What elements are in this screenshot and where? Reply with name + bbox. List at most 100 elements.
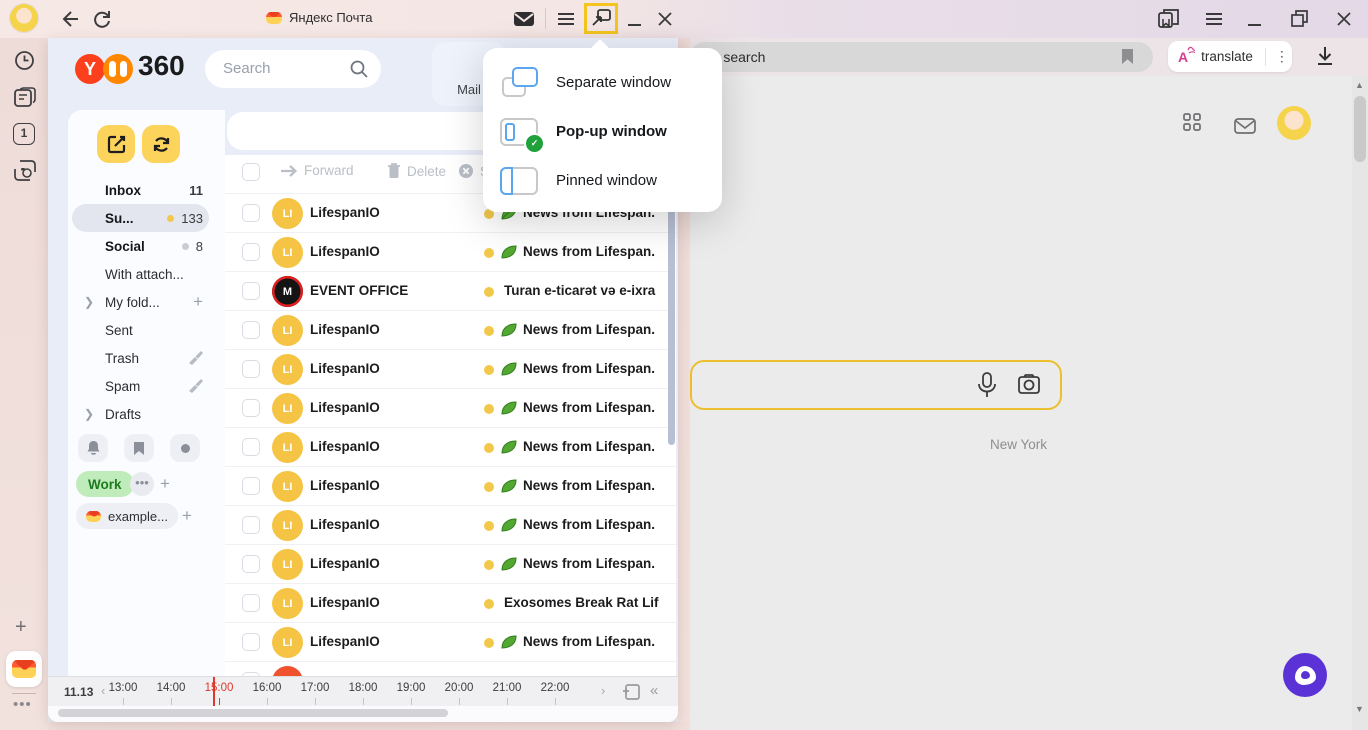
row-checkbox[interactable] <box>242 282 260 300</box>
notifications-pill[interactable] <box>78 434 108 462</box>
folder-with-attachments[interactable]: With attach... <box>72 260 209 288</box>
account-pill[interactable]: example... <box>76 503 178 529</box>
message-row[interactable]: LI LifespanIO News from Lifespan. <box>225 349 676 389</box>
row-checkbox[interactable] <box>242 516 260 534</box>
labels-more-button[interactable]: ••• <box>130 472 154 496</box>
rail-more-icon[interactable]: ••• <box>13 696 32 713</box>
screenshot-icon[interactable] <box>14 160 36 181</box>
status-pill[interactable] <box>170 434 200 462</box>
message-row[interactable]: LI LifespanIO News from Lifespan. <box>225 505 676 545</box>
row-checkbox[interactable] <box>242 438 260 456</box>
clear-folder-icon[interactable] <box>188 351 203 365</box>
scroll-down-icon[interactable]: ▼ <box>1355 704 1364 714</box>
popup-minimize-icon[interactable] <box>628 24 641 26</box>
window-mode-button[interactable] <box>584 3 618 34</box>
delete-button[interactable]: Delete <box>387 163 446 179</box>
menu-hamburger-icon[interactable] <box>557 12 575 26</box>
row-checkbox[interactable] <box>242 633 260 651</box>
refresh-button[interactable] <box>142 125 180 163</box>
bookmark-flag-icon[interactable] <box>1121 48 1134 65</box>
translate-more-icon[interactable]: ⋮ <box>1275 48 1289 65</box>
tab-counter[interactable]: 1 <box>13 123 35 145</box>
mail-search-input[interactable]: Search <box>205 50 381 88</box>
row-checkbox[interactable] <box>242 243 260 261</box>
message-row[interactable]: LI LifespanIO News from Lifespan. <box>225 388 676 428</box>
row-checkbox[interactable] <box>242 360 260 378</box>
add-label-icon[interactable]: + <box>160 474 170 494</box>
search-icon[interactable] <box>350 60 368 78</box>
page-user-avatar[interactable] <box>1277 106 1311 140</box>
message-row[interactable]: LI LifespanIO News from Lifespan. <box>225 427 676 467</box>
address-bar[interactable]: net search <box>690 42 1153 72</box>
folder-subscriptions[interactable]: Su... 133 <box>72 204 209 232</box>
envelope-icon[interactable] <box>513 11 535 27</box>
calendar-add-icon[interactable] <box>622 683 640 700</box>
row-checkbox[interactable] <box>242 477 260 495</box>
chevron-right-icon[interactable]: ❯ <box>84 295 94 309</box>
translate-button[interactable]: A translate ⋮ <box>1168 41 1292 72</box>
add-account-icon[interactable]: + <box>182 506 192 526</box>
message-row[interactable]: LI LifespanIO Exosomes Break Rat Lif <box>225 583 676 623</box>
message-row[interactable]: LI LifespanIO News from Lifespan. <box>225 622 676 662</box>
folder-sent[interactable]: Sent <box>72 316 209 344</box>
user-avatar[interactable] <box>10 4 38 32</box>
folder-trash[interactable]: Trash <box>72 344 209 372</box>
image-search-icon[interactable] <box>1017 373 1041 397</box>
location-label[interactable]: New York <box>990 437 1047 452</box>
message-row[interactable]: LI LifespanIO News from Lifespan. <box>225 544 676 584</box>
popup-close-icon[interactable] <box>657 11 673 27</box>
reload-icon[interactable] <box>92 9 112 29</box>
browser-menu-icon[interactable] <box>1205 12 1223 26</box>
day-timeline[interactable]: 11.13 ‹ 13:00 14:00 15:00 16:00 17:00 18… <box>48 676 678 707</box>
timeline-next-icon[interactable]: › <box>601 683 605 698</box>
browser-minimize-icon[interactable] <box>1248 24 1261 26</box>
page-scroll-thumb[interactable] <box>1354 96 1366 162</box>
page-scrollbar[interactable]: ▲ ▼ <box>1352 76 1368 730</box>
folder-drafts[interactable]: ❯ Drafts <box>72 400 209 428</box>
services-grid-icon[interactable] <box>1183 113 1201 131</box>
alice-button[interactable] <box>1283 653 1327 697</box>
compose-button[interactable] <box>97 125 135 163</box>
row-checkbox[interactable] <box>242 399 260 417</box>
message-row[interactable]: LI LifespanIO News from Lifespan. <box>225 310 676 350</box>
message-row[interactable]: LI LifespanIO News from Lifespan. <box>225 232 676 272</box>
folder-social[interactable]: Social 8 <box>72 232 209 260</box>
row-checkbox[interactable] <box>242 204 260 222</box>
history-icon[interactable] <box>14 50 35 71</box>
add-folder-icon[interactable]: + <box>193 292 203 312</box>
folder-inbox[interactable]: Inbox 11 <box>72 176 209 204</box>
folder-my-folders[interactable]: ❯ My fold... + <box>72 288 209 316</box>
bookmarks-panel-icon[interactable] <box>1158 9 1179 29</box>
bookmarks-pill[interactable] <box>124 434 154 462</box>
select-all-checkbox[interactable] <box>242 163 260 181</box>
message-row[interactable]: M EVENT OFFICE Turan e-ticarət və e-ixra <box>225 271 676 311</box>
forward-button[interactable]: Forward <box>280 163 354 178</box>
horizontal-scroll-thumb[interactable] <box>58 709 448 717</box>
mail-app-button[interactable] <box>6 651 42 687</box>
browser-close-icon[interactable] <box>1336 11 1352 27</box>
row-checkbox[interactable] <box>242 594 260 612</box>
horizontal-scroll-area[interactable] <box>48 706 678 722</box>
chevron-right-icon[interactable]: ❯ <box>84 407 94 421</box>
message-row[interactable]: LI LifespanIO News from Lifespan. <box>225 466 676 506</box>
voice-search-icon[interactable] <box>977 372 997 399</box>
menu-item-popup-window[interactable]: ✓ Pop-up window <box>483 107 722 156</box>
label-work[interactable]: Work <box>76 471 134 497</box>
collapse-timeline-icon[interactable]: « <box>650 682 658 699</box>
browser-restore-icon[interactable] <box>1291 10 1308 27</box>
add-panel-icon[interactable]: + <box>15 616 27 639</box>
feed-icon[interactable] <box>14 87 36 108</box>
page-mail-icon[interactable] <box>1234 118 1256 134</box>
yandex-search-bar[interactable] <box>690 360 1062 410</box>
row-checkbox[interactable] <box>242 555 260 573</box>
folder-spam[interactable]: Spam <box>72 372 209 400</box>
message-row[interactable] <box>225 661 676 676</box>
scroll-up-icon[interactable]: ▲ <box>1355 80 1364 90</box>
menu-item-pinned-window[interactable]: Pinned window <box>483 156 722 205</box>
row-checkbox[interactable] <box>242 321 260 339</box>
clear-folder-icon[interactable] <box>188 379 203 393</box>
yandex-logo-icon[interactable]: Y <box>75 54 105 84</box>
back-icon[interactable] <box>60 10 79 28</box>
download-icon[interactable] <box>1315 45 1335 67</box>
menu-item-separate-window[interactable]: Separate window <box>483 58 722 107</box>
